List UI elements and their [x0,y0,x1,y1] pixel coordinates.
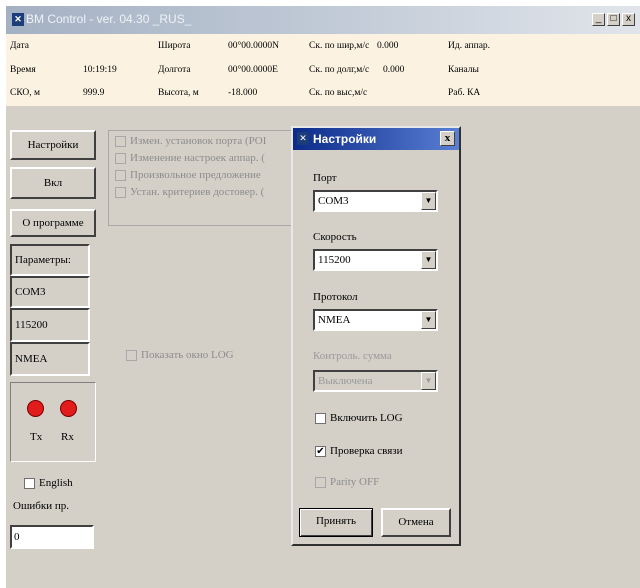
parity-label: Parity OFF [330,476,380,488]
channels-label: Каналы [448,65,479,75]
enable-log-checkbox[interactable]: Включить LOG [315,412,403,424]
working-sats-label: Раб. КА [448,88,481,98]
option-device-settings: Изменение настроек аппар. ( [115,152,265,164]
sko-label: СКО, м [10,88,41,98]
longitude-label: Долгота [158,65,191,75]
on-button[interactable]: Вкл [10,167,96,199]
errors-label: Ошибки пр. [13,500,70,512]
chevron-down-icon[interactable]: ▼ [421,251,436,269]
options-group: Измен. установок порта (POI Изменение на… [108,130,298,226]
accept-button[interactable]: Принять [299,508,373,537]
option-validity-criteria: Устан. критериев достовер. ( [115,186,264,198]
settings-button[interactable]: Настройки [10,130,96,160]
satellite-icon: ✕ [12,13,24,26]
speed-lat-label: Ск. по шир,м/с [309,41,370,51]
chevron-down-icon[interactable]: ▼ [421,192,436,210]
device-id-label: Ид. аппар. [448,41,491,51]
option-custom-sentence: Произвольное предложение [115,169,261,181]
dialog-title-bar: ✕ Настройки x [293,128,459,150]
minimize-button[interactable]: _ [592,13,605,26]
rx-label: Rx [61,431,74,443]
close-button[interactable]: x [622,13,635,26]
enable-log-label: Включить LOG [330,412,403,424]
port-select[interactable]: COM3 ▼ [313,190,438,212]
params-label: Параметры: [10,244,90,276]
speed-label: Скорость [313,231,357,243]
longitude-value: 00°00.0000E [228,65,278,75]
time-label: Время [10,65,36,75]
english-checkbox-box[interactable] [24,477,35,489]
title-bar: ✕ BM Control - ver. 04.30 _RUS_ _ □ x [6,6,640,34]
window-title: BM Control - ver. 04.30 _RUS_ [26,12,192,26]
speed-lon-value: 0.000 [383,65,405,75]
protocol-select[interactable]: NMEA ▼ [313,309,438,331]
status-info-bar: Дата Время 10:19:19 СКО, м 999.9 Широта … [6,34,640,106]
check-link-checkbox[interactable]: ✔ Проверка связи [315,445,403,457]
checksum-label: Контроль. сумма [313,350,392,362]
maximize-button[interactable]: □ [607,13,620,26]
tx-label: Tx [30,431,43,443]
english-checkbox[interactable]: English [24,477,73,489]
dialog-title: Настройки [313,132,377,146]
cancel-button[interactable]: Отмена [381,508,451,537]
checksum-select: Выключена ▼ [313,370,438,392]
time-value: 10:19:19 [83,65,117,75]
main-window: ✕ BM Control - ver. 04.30 _RUS_ _ □ x Да… [6,6,640,588]
protocol-label: Протокол [313,291,358,303]
latitude-value: 00°00.0000N [228,41,280,51]
about-button[interactable]: О программе [10,209,96,237]
tx-rx-indicator-group: Tx Rx [10,382,96,462]
dialog-close-button[interactable]: x [440,131,455,146]
param-speed: 115200 [10,308,90,342]
altitude-label: Высота, м [158,88,199,98]
port-label: Порт [313,172,337,184]
checkmark-icon[interactable]: ✔ [315,445,326,457]
rx-led-icon [60,400,77,417]
speed-lat-value: 0.000 [377,41,399,51]
speed-alt-label: Ск. по выс,м/с [309,88,368,98]
chevron-down-icon: ▼ [421,372,436,390]
altitude-value: -18.000 [228,88,258,98]
show-log-checkbox: Показать окно LOG [126,349,234,361]
chevron-down-icon[interactable]: ▼ [421,311,436,329]
english-label: English [39,477,73,489]
date-label: Дата [10,41,29,51]
satellite-icon: ✕ [297,132,309,145]
latitude-label: Широта [158,41,191,51]
errors-field[interactable]: 0 [10,525,94,549]
check-link-label: Проверка связи [330,445,403,457]
param-port: COM3 [10,276,90,308]
speed-select[interactable]: 115200 ▼ [313,249,438,271]
parity-checkbox: Parity OFF [315,476,379,488]
show-log-label: Показать окно LOG [141,349,234,361]
settings-dialog: ✕ Настройки x Порт COM3 ▼ Скорость 11520… [291,126,461,546]
tx-led-icon [27,400,44,417]
param-protocol: NMEA [10,342,90,376]
option-port-settings: Измен. установок порта (POI [115,135,266,147]
speed-lon-label: Ск. по долг,м/с [309,65,370,75]
sko-value: 999.9 [83,88,105,98]
